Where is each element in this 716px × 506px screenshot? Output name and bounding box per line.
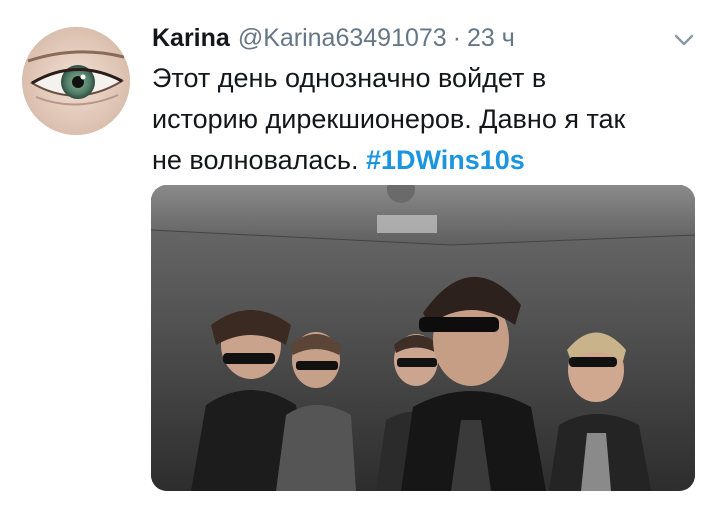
- separator-dot: ·: [452, 24, 462, 52]
- photo-image: [151, 185, 695, 491]
- display-name[interactable]: Karina: [152, 20, 230, 56]
- avatar[interactable]: [22, 27, 130, 135]
- tweet-header: Karina @Karina63491073 · 23 ч: [152, 20, 515, 56]
- tweet[interactable]: Karina @Karina63491073 · 23 ч Этот день …: [0, 0, 716, 506]
- tweet-text-line: историю дирекшионеров. Давно я так: [152, 104, 626, 134]
- user-handle[interactable]: @Karina63491073: [238, 20, 447, 56]
- hashtag-link[interactable]: #1DWins10s: [366, 145, 525, 175]
- eye-avatar-icon: [22, 27, 130, 135]
- tweet-text: Этот день однозначно войдет в историю ди…: [152, 58, 704, 181]
- tweet-photo[interactable]: [151, 185, 695, 491]
- chevron-down-icon[interactable]: [672, 30, 696, 50]
- timestamp[interactable]: 23 ч: [467, 20, 515, 56]
- tweet-text-line: Этот день однозначно войдет в: [152, 63, 547, 93]
- tweet-text-line: не волновалась. #1DWins10s: [152, 140, 704, 181]
- tweet-text-fragment: не волновалась.: [152, 145, 366, 175]
